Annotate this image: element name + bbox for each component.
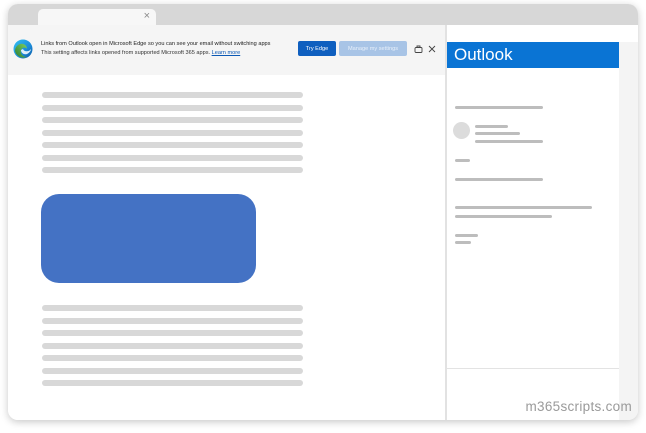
pane-placeholder-line	[455, 215, 552, 218]
text-placeholder-line	[42, 142, 303, 148]
tab-strip: ×	[8, 4, 638, 25]
close-icon[interactable]	[427, 44, 437, 54]
text-placeholder-line	[42, 380, 303, 386]
edge-logo-icon	[13, 39, 33, 59]
document-content	[8, 75, 445, 420]
text-placeholder-line	[42, 343, 303, 349]
text-placeholder-line	[42, 318, 303, 324]
text-placeholder-line	[42, 167, 303, 173]
pane-placeholder-line	[455, 106, 543, 109]
pin-icon[interactable]	[413, 44, 423, 54]
pane-placeholder-line	[455, 241, 471, 244]
browser-tab[interactable]: ×	[38, 9, 156, 25]
pane-separator	[447, 368, 619, 369]
infobar-message: Links from Outlook open in Microsoft Edg…	[41, 41, 271, 47]
text-placeholder-line	[42, 305, 303, 311]
image-placeholder-block	[41, 194, 256, 283]
pane-edge	[619, 42, 638, 420]
text-placeholder-line	[42, 330, 303, 336]
pane-placeholder-line	[475, 132, 520, 135]
pane-placeholder-line	[455, 159, 470, 162]
text-placeholder-line	[42, 355, 303, 361]
pane-placeholder-line	[475, 140, 543, 143]
learn-more-link[interactable]: Learn more	[212, 50, 241, 56]
manage-settings-button[interactable]: Manage my settings	[339, 41, 407, 56]
pane-placeholder-line	[455, 234, 478, 237]
infobar-detail-text: This setting affects links opened from s…	[41, 50, 211, 56]
pane-placeholder-line	[455, 178, 543, 181]
text-placeholder-line	[42, 130, 303, 136]
tab-close-icon[interactable]: ×	[144, 10, 150, 23]
text-placeholder-line	[42, 368, 303, 374]
pane-placeholder-line	[455, 206, 592, 209]
text-placeholder-line	[42, 92, 303, 98]
text-placeholder-line	[42, 117, 303, 123]
outlook-header: Outlook	[447, 42, 619, 68]
try-edge-button[interactable]: Try Edge	[298, 41, 336, 56]
avatar	[453, 122, 470, 139]
infobar-detail: This setting affects links opened from s…	[41, 50, 240, 56]
outlook-pane: Outlook	[447, 42, 619, 420]
browser-window: × Links from Outlook open in Microsoft E…	[8, 4, 638, 420]
text-placeholder-line	[42, 105, 303, 111]
edge-infobar: Links from Outlook open in Microsoft Edg…	[8, 25, 445, 75]
text-placeholder-line	[42, 155, 303, 161]
outlook-title: Outlook	[454, 45, 513, 64]
watermark: m365scripts.com	[525, 399, 632, 414]
pane-placeholder-line	[475, 125, 508, 128]
